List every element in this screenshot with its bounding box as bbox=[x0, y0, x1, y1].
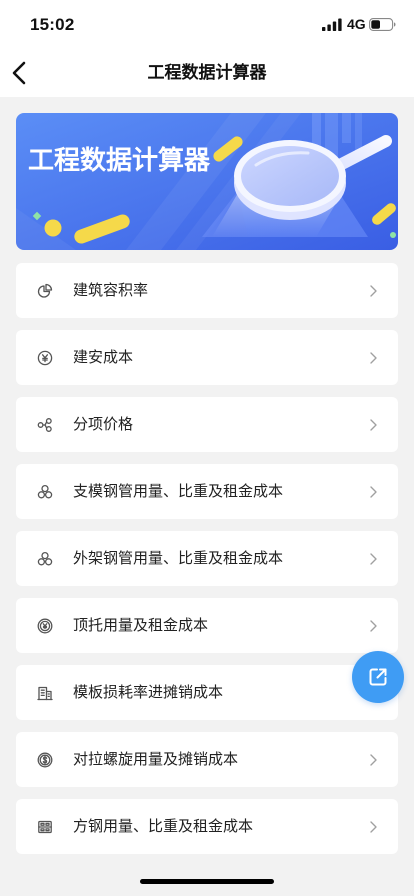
list-item-label: 顶托用量及租金成本 bbox=[73, 616, 209, 634]
list-item-label: 建安成本 bbox=[73, 348, 134, 366]
chevron-right-icon bbox=[370, 619, 377, 632]
list-item-label: 外架钢管用量、比重及租金成本 bbox=[73, 549, 284, 567]
banner: 工程数据计算器 bbox=[16, 113, 398, 250]
cellular-signal-icon bbox=[322, 18, 342, 31]
chevron-right-icon bbox=[370, 753, 377, 766]
share-nodes-icon bbox=[37, 417, 52, 432]
chevron-right-icon bbox=[370, 418, 377, 431]
yen-badge-icon bbox=[37, 618, 53, 633]
calculator-list-item[interactable]: 外架钢管用量、比重及租金成本 bbox=[16, 531, 398, 586]
list-item-label: 方钢用量、比重及租金成本 bbox=[73, 817, 254, 835]
calculator-list-item[interactable]: 建安成本 bbox=[16, 330, 398, 385]
calculator-list-item[interactable]: 对拉螺旋用量及摊销成本 bbox=[16, 732, 398, 787]
list-item-label: 分项价格 bbox=[73, 415, 134, 433]
three-circles-icon bbox=[37, 551, 53, 565]
calculator-list-item[interactable]: 支模钢管用量、比重及租金成本 bbox=[16, 464, 398, 519]
three-circles-icon bbox=[37, 484, 53, 498]
chevron-left-icon bbox=[12, 61, 26, 85]
calculator-list: 建筑容积率建安成本分项价格支模钢管用量、比重及租金成本 外架钢管用量、比重及租金成… bbox=[16, 263, 398, 854]
pie-chart-icon bbox=[37, 283, 53, 298]
battery-level bbox=[371, 20, 380, 29]
back-button[interactable] bbox=[4, 56, 34, 90]
status-time: 15:02 bbox=[30, 15, 75, 34]
home-indicator bbox=[140, 879, 274, 884]
chevron-right-icon bbox=[370, 485, 377, 498]
cabinet-icon bbox=[38, 820, 52, 833]
page-title: 工程数据计算器 bbox=[147, 63, 267, 82]
battery-icon bbox=[369, 18, 396, 31]
network-type: 4G bbox=[347, 16, 366, 32]
chevron-right-icon bbox=[370, 820, 377, 833]
dollar-circle-icon bbox=[37, 752, 53, 767]
list-item-label: 支模钢管用量、比重及租金成本 bbox=[73, 482, 284, 500]
banner-title: 工程数据计算器 bbox=[28, 145, 211, 175]
top-header: 15:02 4G 工程数据计算器 bbox=[0, 0, 414, 97]
building-icon bbox=[37, 686, 53, 700]
calculator-list-item[interactable]: 建筑容积率 bbox=[16, 263, 398, 318]
calculator-list-item[interactable]: 顶托用量及租金成本 bbox=[16, 598, 398, 653]
external-link-icon bbox=[369, 668, 387, 686]
calculator-list-item[interactable]: 分项价格 bbox=[16, 397, 398, 452]
chevron-right-icon bbox=[370, 284, 377, 297]
list-item-label: 对拉螺旋用量及摊销成本 bbox=[73, 750, 239, 768]
chevron-right-icon bbox=[370, 351, 377, 364]
calculator-list-item[interactable]: 方钢用量、比重及租金成本 bbox=[16, 799, 398, 854]
calculator-list-item[interactable]: 模板损耗率进摊销成本 bbox=[16, 665, 398, 720]
list-item-label: 模板损耗率进摊销成本 bbox=[73, 683, 224, 701]
share-button[interactable] bbox=[352, 651, 404, 703]
magnifier-illustration-icon bbox=[16, 113, 398, 250]
yen-circle-icon bbox=[37, 350, 53, 365]
list-item-label: 建筑容积率 bbox=[73, 281, 149, 299]
chevron-right-icon bbox=[370, 552, 377, 565]
